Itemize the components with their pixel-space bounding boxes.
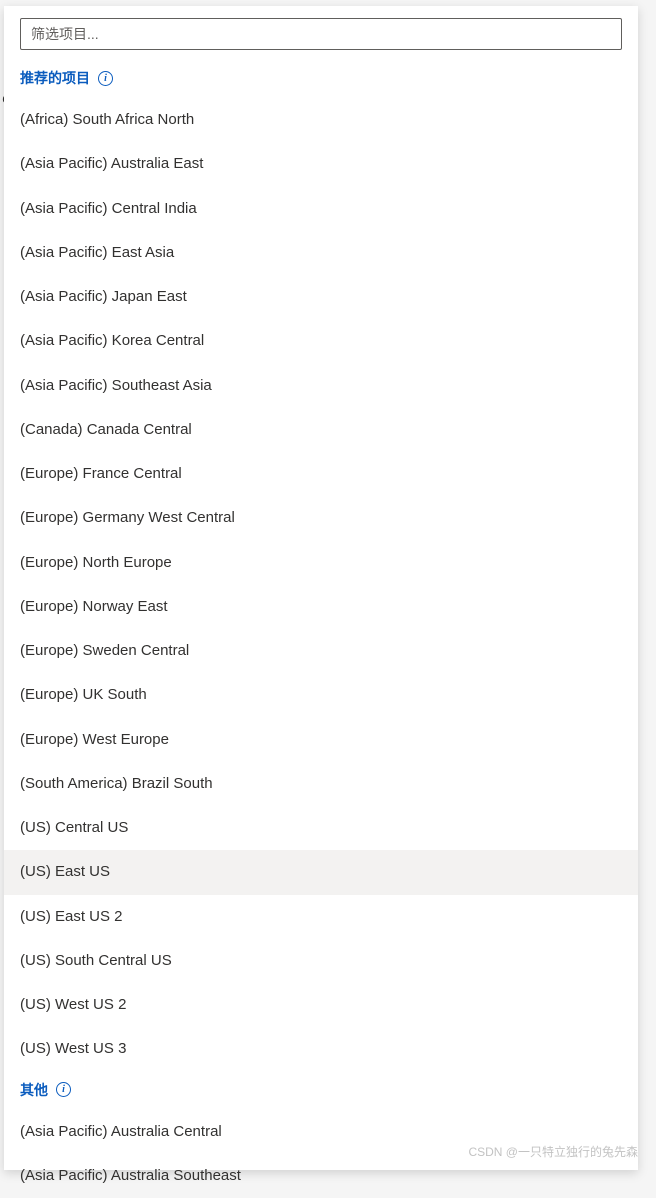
region-option[interactable]: (Europe) Germany West Central (4, 496, 638, 540)
region-option[interactable]: (Europe) UK South (4, 673, 638, 717)
filter-wrap (4, 6, 638, 60)
region-option[interactable]: (Europe) Sweden Central (4, 629, 638, 673)
region-option[interactable]: (Europe) France Central (4, 452, 638, 496)
region-option[interactable]: (Asia Pacific) Australia Central (4, 1110, 638, 1154)
region-option[interactable]: (Asia Pacific) Korea Central (4, 319, 638, 363)
region-option[interactable]: (US) East US (4, 850, 638, 894)
region-option[interactable]: (US) West US 2 (4, 983, 638, 1027)
info-icon[interactable]: i (98, 71, 113, 86)
region-option[interactable]: (Europe) West Europe (4, 718, 638, 762)
section-header-recommended: 推荐的项目 i (4, 60, 638, 98)
region-option[interactable]: (Asia Pacific) Central India (4, 187, 638, 231)
section-header-other: 其他 i (4, 1072, 638, 1110)
region-option[interactable]: (Europe) Norway East (4, 585, 638, 629)
region-option[interactable]: (Asia Pacific) Australia East (4, 142, 638, 186)
region-option[interactable]: (Asia Pacific) Japan East (4, 275, 638, 319)
filter-input[interactable] (20, 18, 622, 50)
region-option[interactable]: (Africa) South Africa North (4, 98, 638, 142)
region-dropdown-panel: 推荐的项目 i (Africa) South Africa North (Asi… (4, 6, 638, 1170)
section-title-other: 其他 (20, 1080, 48, 1100)
section-title-recommended: 推荐的项目 (20, 68, 90, 88)
info-icon[interactable]: i (56, 1082, 71, 1097)
region-option[interactable]: (US) Central US (4, 806, 638, 850)
region-option[interactable]: (US) East US 2 (4, 895, 638, 939)
region-option[interactable]: (Canada) Canada Central (4, 408, 638, 452)
region-option[interactable]: (Asia Pacific) Southeast Asia (4, 364, 638, 408)
region-option[interactable]: (South America) Brazil South (4, 762, 638, 806)
region-option[interactable]: (Asia Pacific) East Asia (4, 231, 638, 275)
recommended-list: (Africa) South Africa North (Asia Pacifi… (4, 98, 638, 1072)
other-list: (Asia Pacific) Australia Central (Asia P… (4, 1110, 638, 1198)
region-option[interactable]: (Europe) North Europe (4, 541, 638, 585)
region-option[interactable]: (US) West US 3 (4, 1027, 638, 1071)
region-option[interactable]: (Asia Pacific) Australia Southeast (4, 1154, 638, 1198)
region-option[interactable]: (US) South Central US (4, 939, 638, 983)
